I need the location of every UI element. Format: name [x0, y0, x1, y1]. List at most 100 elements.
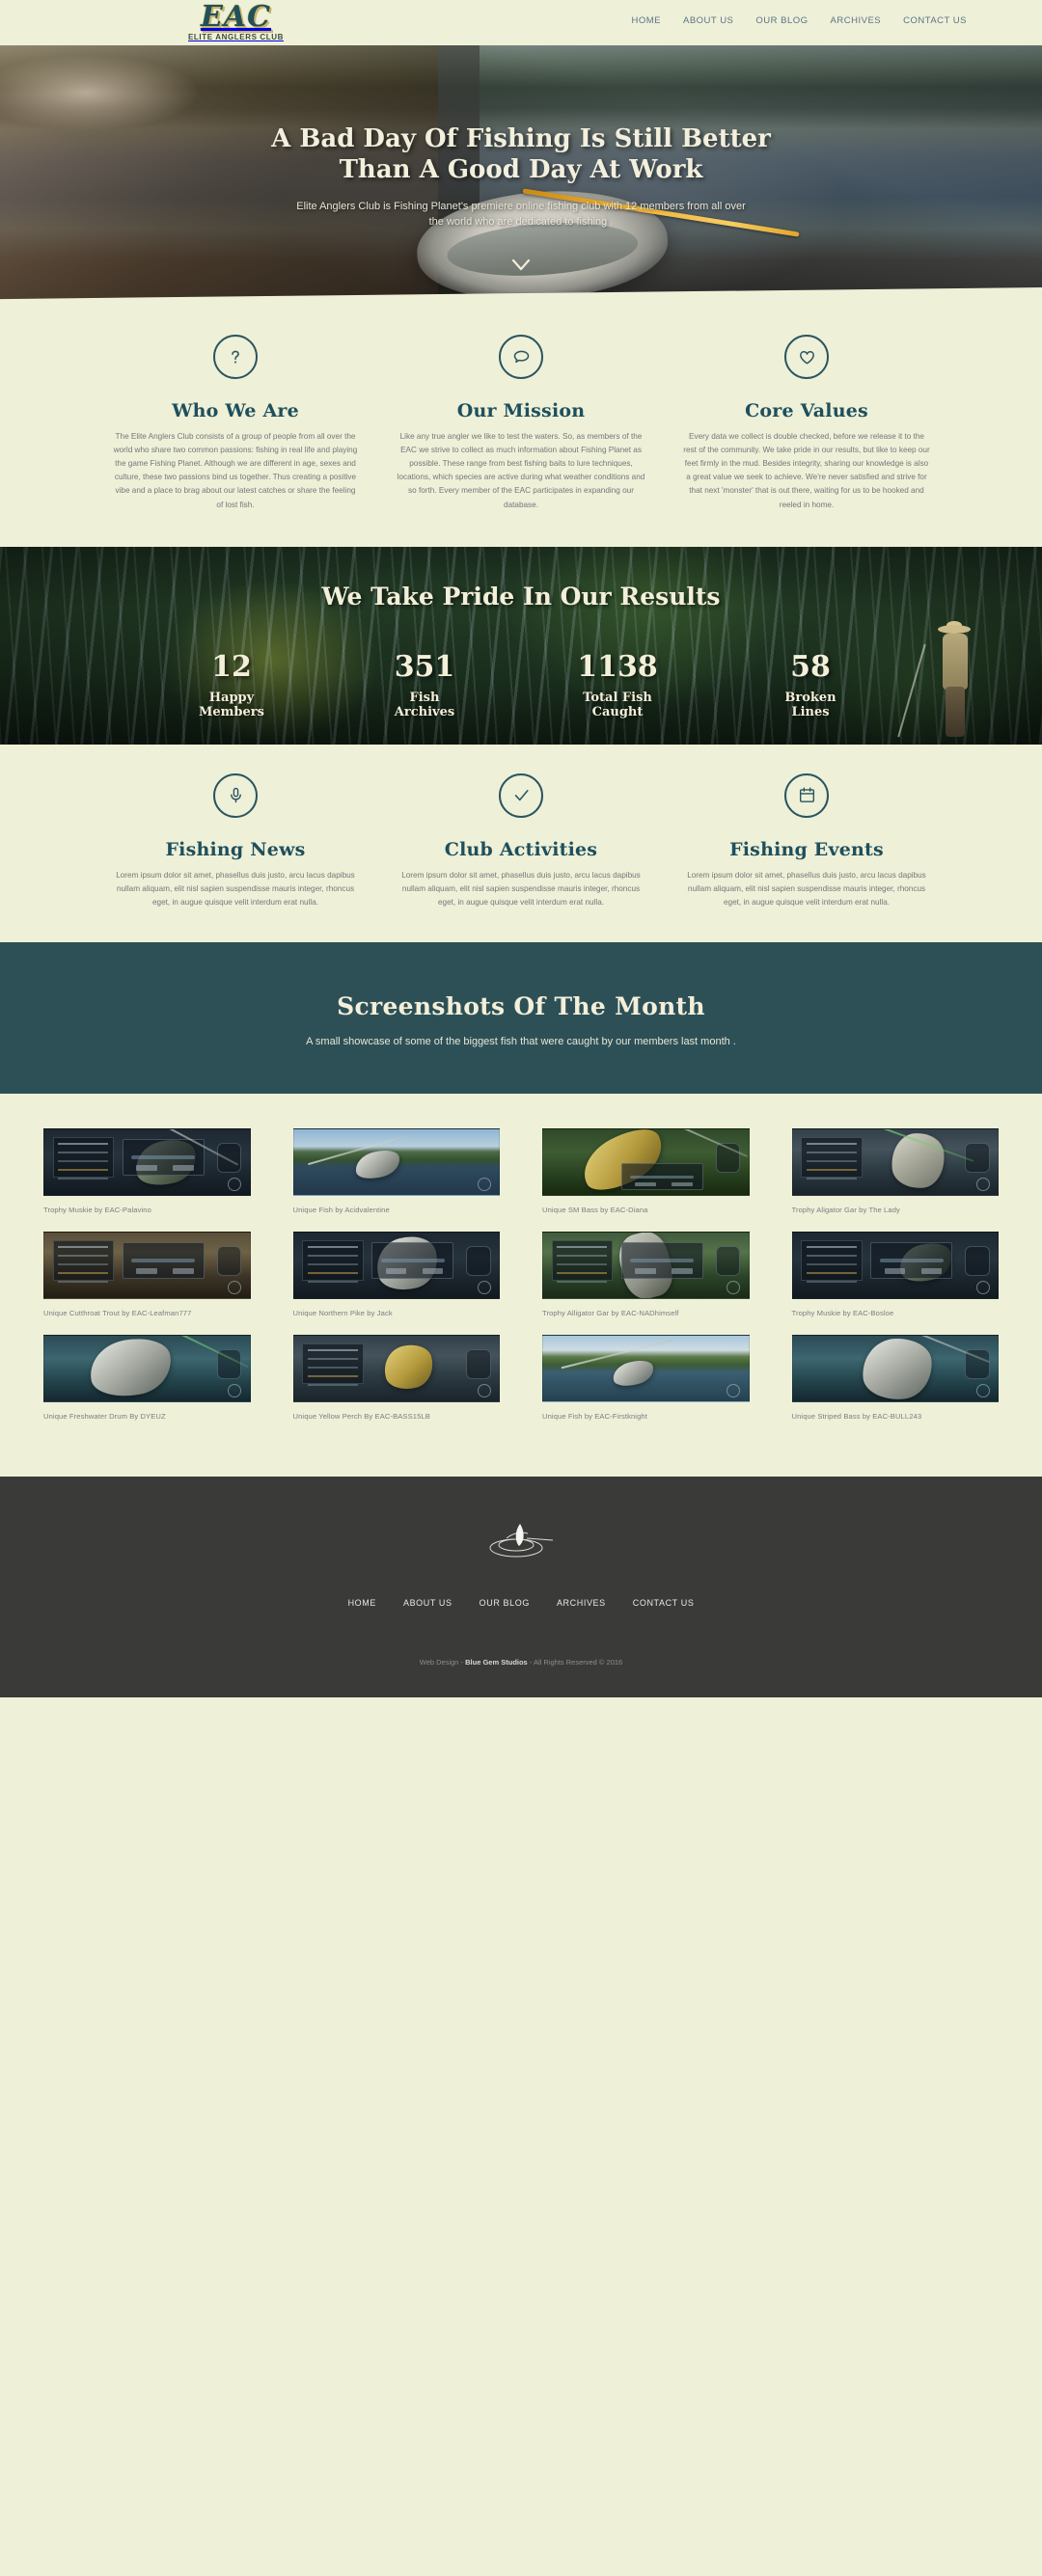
footer-navigation: HOME ABOUT US OUR BLOG ARCHIVES CONTACT … — [0, 1598, 1042, 1608]
stat-label-line-2: Members — [199, 704, 264, 719]
footer-credit-prefix: Web Design - — [419, 1657, 466, 1667]
banner-subtitle: A small showcase of some of the biggest … — [306, 1035, 736, 1047]
gallery-caption: Unique Yellow Perch By EAC-BASS15LB — [292, 1411, 430, 1421]
gallery-thumbnail[interactable] — [43, 1231, 251, 1299]
stat-label: Broken Lines — [714, 691, 907, 720]
gallery-item[interactable]: Trophy Alligator Gar by EAC-NADhimself — [521, 1231, 771, 1335]
footer-nav-item-contact-us[interactable]: CONTACT US — [633, 1598, 695, 1608]
feature-body: Every data we collect is double checked,… — [683, 432, 930, 509]
footer-nav-item-archives[interactable]: ARCHIVES — [557, 1598, 606, 1608]
nav-item-our-blog[interactable]: OUR BLOG — [755, 15, 808, 26]
banner-title: Screenshots Of The Month — [337, 991, 705, 1020]
gallery-item[interactable]: Unique Yellow Perch By EAC-BASS15LB — [272, 1334, 522, 1438]
gallery-thumbnail[interactable] — [292, 1231, 500, 1299]
results-content: We Take Pride In Our Results 12 Happy Me… — [0, 547, 1042, 720]
gallery-item[interactable]: Trophy Aligator Gar by The Lady — [771, 1127, 1021, 1232]
gallery-item[interactable]: Trophy Muskie by EAC-Palavino — [22, 1127, 272, 1232]
gallery-item[interactable]: Unique Cutthroat Trout by EAC-Leafman777 — [22, 1231, 272, 1335]
gallery-caption: Unique Cutthroat Trout by EAC-Leafman777 — [43, 1308, 192, 1317]
gallery-caption: Unique Northern Pike by Jack — [292, 1308, 393, 1317]
logo-mark-text: EAC — [200, 0, 271, 34]
footer-nav-item-our-blog[interactable]: OUR BLOG — [480, 1598, 530, 1608]
service-body: Lorem ipsum dolor sit amet, phasellus du… — [687, 870, 926, 907]
results-title: We Take Pride In Our Results — [321, 582, 721, 610]
microphone-icon — [213, 773, 258, 818]
gallery-item[interactable]: Unique Fish by Acidvalentine — [272, 1127, 522, 1232]
stat-happy-members: 12 Happy Members — [135, 649, 328, 720]
checkmark-icon — [499, 773, 543, 818]
nav-item-contact-us[interactable]: CONTACT US — [903, 15, 967, 26]
nav-item-archives[interactable]: ARCHIVES — [831, 15, 882, 26]
gallery-thumbnail[interactable] — [43, 1127, 251, 1196]
nav-item-home[interactable]: HOME — [632, 15, 662, 26]
gallery-thumbnail[interactable] — [791, 1231, 999, 1299]
fish-jump-ripple-icon — [478, 1515, 564, 1561]
hero-title: A Bad Day Of Fishing Is Still Better Tha… — [212, 124, 830, 186]
hero-title-line-1: A Bad Day Of Fishing Is Still Better — [271, 124, 771, 153]
screenshots-banner: Screenshots Of The Month A small showcas… — [0, 941, 1042, 1094]
footer-credit: Web Design - Blue Gem Studios - All Righ… — [0, 1658, 1042, 1667]
main-navigation: HOME ABOUT US OUR BLOG ARCHIVES CONTACT … — [632, 15, 968, 26]
stat-label: Total Fish Caught — [521, 691, 714, 720]
gallery-thumbnail[interactable] — [791, 1334, 999, 1402]
stat-value: 12 — [211, 649, 252, 684]
gallery-thumbnail[interactable] — [542, 1127, 750, 1196]
service-body: Lorem ipsum dolor sit amet, phasellus du… — [401, 870, 641, 907]
feature-title: Core Values — [745, 400, 868, 421]
gallery-thumbnail[interactable] — [542, 1231, 750, 1299]
stat-fish-archives: 351 Fish Archives — [328, 652, 521, 720]
footer-nav-item-about-us[interactable]: ABOUT US — [403, 1598, 452, 1608]
gallery-thumbnail[interactable] — [292, 1334, 500, 1402]
hero-content: A Bad Day Of Fishing Is Still Better Tha… — [0, 45, 1042, 277]
gallery-item[interactable]: Unique SM Bass by EAC-Diana — [521, 1127, 771, 1232]
service-body: Lorem ipsum dolor sit amet, phasellus du… — [116, 870, 355, 907]
stat-label-line-1: Happy — [208, 690, 255, 705]
chevron-down-icon[interactable] — [508, 252, 534, 277]
gallery-thumbnail[interactable] — [292, 1127, 500, 1196]
site-logo[interactable]: EAC ELITE ANGLERS CLUB — [188, 3, 284, 41]
screenshot-gallery: Trophy Muskie by EAC-Palavino Unique Fis… — [0, 1093, 1042, 1477]
question-mark-icon — [213, 335, 258, 379]
nav-item-about-us[interactable]: ABOUT US — [683, 15, 733, 26]
gallery-caption: Trophy Alligator Gar by EAC-NADhimself — [542, 1308, 679, 1317]
feature-who-we-are: Who We Are The Elite Anglers Club consis… — [101, 335, 370, 512]
hero-title-line-2: Than A Good Day At Work — [339, 154, 703, 184]
gallery-thumbnail[interactable] — [43, 1334, 251, 1402]
footer-nav-item-home[interactable]: HOME — [348, 1598, 376, 1608]
stat-value: 58 — [790, 649, 831, 684]
gallery-caption: Unique SM Bass by EAC-Diana — [542, 1205, 648, 1214]
page-root: EAC ELITE ANGLERS CLUB HOME ABOUT US OUR… — [0, 0, 1042, 1697]
service-fishing-events: Fishing Events Lorem ipsum dolor sit ame… — [672, 773, 941, 909]
gallery-item[interactable]: Unique Striped Bass by EAC-BULL243 — [771, 1334, 1021, 1438]
gallery-caption: Trophy Muskie by EAC-Palavino — [43, 1205, 151, 1214]
stat-label-line-2: Archives — [394, 704, 455, 719]
service-club-activities: Club Activities Lorem ipsum dolor sit am… — [387, 773, 655, 909]
hero-section: A Bad Day Of Fishing Is Still Better Tha… — [0, 45, 1042, 308]
footer-credit-brand[interactable]: Blue Gem Studios — [465, 1658, 528, 1667]
gallery-item[interactable]: Unique Northern Pike by Jack — [272, 1231, 522, 1335]
gallery-caption: Unique Fish by Acidvalentine — [292, 1205, 390, 1214]
feature-title: Who We Are — [172, 400, 299, 421]
stat-label-line-2: Caught — [591, 704, 644, 719]
statistics-row: 12 Happy Members 351 Fish Archives 1138 — [135, 649, 907, 720]
footer-credit-suffix: - All Rights Reserved © 2016 — [527, 1657, 623, 1667]
stat-label-line-1: Broken — [784, 690, 836, 705]
gallery-thumbnail[interactable] — [791, 1127, 999, 1196]
gallery-thumbnail[interactable] — [542, 1334, 750, 1402]
stat-value: 1138 — [577, 649, 658, 684]
gallery-caption: Unique Fish by EAC-Firstknight — [542, 1411, 647, 1421]
gallery-item[interactable]: Unique Fish by EAC-Firstknight — [521, 1334, 771, 1438]
gallery-item[interactable]: Trophy Muskie by EAC-Bosloe — [771, 1231, 1021, 1335]
gallery-caption: Trophy Aligator Gar by The Lady — [791, 1205, 900, 1214]
site-footer: HOME ABOUT US OUR BLOG ARCHIVES CONTACT … — [0, 1476, 1042, 1697]
stat-label: Happy Members — [135, 691, 328, 720]
gallery-item[interactable]: Unique Freshwater Drum By DYEUZ — [22, 1334, 272, 1438]
service-title: Fishing News — [165, 838, 306, 860]
feature-title: Our Mission — [456, 400, 586, 421]
hero-subtitle: Elite Anglers Club is Fishing Planet's p… — [296, 200, 746, 228]
heart-icon — [784, 335, 829, 379]
stat-label-line-1: Total Fish — [583, 690, 652, 705]
service-title: Club Activities — [444, 838, 598, 860]
gallery-caption: Unique Striped Bass by EAC-BULL243 — [791, 1411, 922, 1421]
feature-body: Like any true angler we like to test the… — [397, 432, 645, 509]
